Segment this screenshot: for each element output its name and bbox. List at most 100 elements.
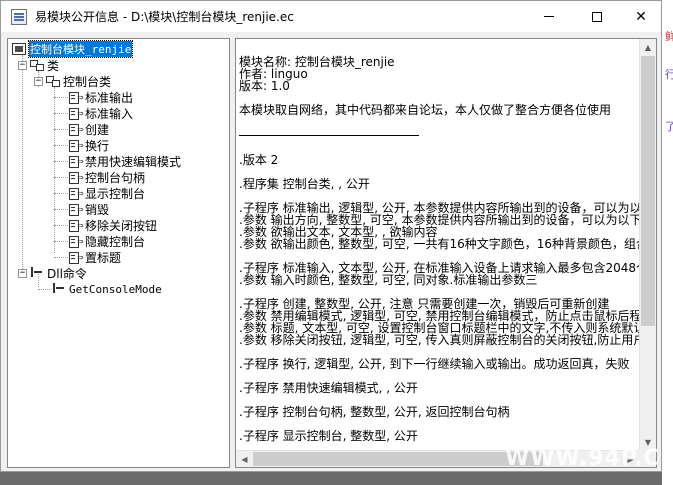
maximize-icon bbox=[592, 11, 602, 22]
tree-node-label: GetConsoleMode bbox=[69, 282, 162, 296]
collapse-icon[interactable]: − bbox=[18, 60, 27, 70]
tree-node-method[interactable]: ⇒ 置标题 bbox=[68, 249, 121, 265]
app-icon bbox=[11, 8, 27, 25]
tree-guide bbox=[54, 129, 68, 130]
tree-node-label: 显示控制台 bbox=[85, 186, 146, 201]
collapse-icon[interactable]: − bbox=[18, 268, 27, 278]
class-icon bbox=[46, 75, 60, 87]
tree-node-label: 禁用快速编辑模式 bbox=[85, 154, 182, 169]
method-icon: ⇒ bbox=[68, 155, 84, 168]
info-text-line: .子程序 显示控制台, 整数型, 公开 bbox=[239, 429, 418, 442]
tree-node-method[interactable]: ⇒ 换行 bbox=[68, 137, 109, 153]
tree-guide bbox=[54, 161, 68, 162]
info-text-line: .子程序 换行, 逻辑型, 公开, 到下一行继续输入或输出。成功返回真，失败 bbox=[239, 357, 630, 371]
method-icon: ⇒ bbox=[68, 123, 84, 136]
tree-node-method[interactable]: ⇒ 标准输入 bbox=[68, 105, 133, 121]
tree-node-label: Dll命令 bbox=[47, 266, 87, 281]
info-text-line: .版本 2 bbox=[239, 153, 279, 167]
method-icon: ⇒ bbox=[68, 251, 84, 264]
tree-guide bbox=[54, 145, 68, 146]
method-icon: ⇒ bbox=[68, 203, 84, 216]
class-group-icon bbox=[30, 59, 44, 71]
tree-node-method[interactable]: ⇒ 控制台句柄 bbox=[68, 169, 145, 185]
info-window: 易模块公开信息 - D:\模块\控制台模块_renjie.ec ✕ 控制台模块_… bbox=[0, 0, 662, 472]
info-text-line: .子程序 控制台句柄, 整数型, 公开, 返回控制台句柄 bbox=[239, 405, 510, 419]
tree-guide bbox=[54, 225, 68, 226]
info-text-line: 版本: 1.0 bbox=[239, 79, 290, 93]
info-text-line: .程序集 控制台类, , 公开 bbox=[239, 177, 370, 191]
tree-node-method[interactable]: ⇒ 创建 bbox=[68, 121, 109, 137]
tree-guide bbox=[54, 193, 68, 194]
title-bar[interactable]: 易模块公开信息 - D:\模块\控制台模块_renjie.ec ✕ bbox=[1, 1, 661, 32]
tree-guide bbox=[54, 97, 68, 98]
info-text-panel[interactable]: 模块名称: 控制台模块_renjie 作者: linguo 版本: 1.0 本模块取自… bbox=[235, 38, 657, 468]
tree-node-label: 销毁 bbox=[85, 202, 110, 217]
method-icon: ⇒ bbox=[68, 235, 84, 248]
tree-node-label: 创建 bbox=[85, 122, 110, 137]
tree-guide bbox=[54, 257, 68, 258]
background-mark: 鲜 bbox=[665, 30, 673, 43]
info-text[interactable]: 模块名称: 控制台模块_renjie 作者: linguo 版本: 1.0 本模块取自… bbox=[239, 42, 639, 442]
tree-node-label: 置标题 bbox=[85, 250, 122, 265]
separator-line bbox=[239, 135, 419, 136]
tree-node-method[interactable]: ⇒ 移除关闭按钮 bbox=[68, 217, 157, 233]
tree-node-label: 类 bbox=[47, 58, 60, 73]
tree-node-class[interactable]: − 控制台类 bbox=[34, 73, 111, 89]
tree-node-root[interactable]: 控制台模块_renjie bbox=[12, 40, 134, 58]
method-icon: ⇒ bbox=[68, 219, 84, 232]
background-mark: 行 bbox=[665, 68, 673, 81]
method-icon: ⇒ bbox=[68, 187, 84, 200]
tree-node-label: 移除关闭按钮 bbox=[85, 218, 158, 233]
tree-node-method[interactable]: ⇒ 销毁 bbox=[68, 201, 109, 217]
info-text-line: .参数 移除关闭按钮, 逻辑型, 可空, 传入真则屏蔽控制台的关闭按钮,防止用户 bbox=[239, 333, 639, 347]
tree-node-label: 标准输出 bbox=[85, 90, 134, 105]
tree-node-label: 标准输入 bbox=[85, 106, 134, 121]
maximize-button[interactable] bbox=[574, 1, 620, 32]
minimize-button[interactable] bbox=[526, 1, 572, 32]
window-title: 易模块公开信息 - D:\模块\控制台模块_renjie.ec bbox=[35, 10, 294, 24]
tree-node-label: 控制台模块_renjie bbox=[27, 40, 134, 58]
tree-node-dll[interactable]: − Dll命令 bbox=[18, 265, 87, 281]
collapse-icon[interactable]: − bbox=[34, 76, 43, 86]
tree-node-label: 隐藏控制台 bbox=[85, 234, 146, 249]
vertical-scroll-thumb[interactable] bbox=[641, 56, 655, 326]
watermark: WWW.94P.CN bbox=[505, 446, 673, 471]
tree-guide bbox=[54, 209, 68, 210]
info-text-line: .参数 输入时颜色, 整数型, 可空, 同对象.标准输出参数三 bbox=[239, 273, 538, 287]
module-icon bbox=[12, 43, 26, 55]
tree-guide bbox=[54, 113, 68, 114]
tree-node-method[interactable]: ⇒ 禁用快速编辑模式 bbox=[68, 153, 181, 169]
dll-icon bbox=[30, 267, 44, 279]
minimize-icon bbox=[544, 16, 554, 17]
tree-guide bbox=[54, 177, 68, 178]
tree-guide bbox=[54, 87, 55, 253]
tree-node-classes[interactable]: − 类 bbox=[18, 57, 59, 73]
info-text-line: .子程序 禁用快速编辑模式, , 公开 bbox=[239, 381, 418, 395]
info-text-line: 本模块取自网络，其中代码都来自论坛，本人仅做了整合方便各位使用 bbox=[239, 103, 612, 117]
method-icon: ⇒ bbox=[68, 107, 84, 120]
module-tree[interactable]: 控制台模块_renjie − 类 − 控制台类 ⇒ 标准输出 ⇒ 标准输入 ⇒ 创建 ⇒ 换行… bbox=[7, 38, 230, 468]
close-icon: ✕ bbox=[635, 8, 647, 25]
method-icon: ⇒ bbox=[68, 171, 84, 184]
info-text-line: .参数 欲输出颜色, 整数型, 可空, 一共有16种文字颜色，16种背景颜色，组… bbox=[239, 237, 639, 251]
tree-node-method[interactable]: ⇒ 隐藏控制台 bbox=[68, 233, 145, 249]
client-area: 控制台模块_renjie − 类 − 控制台类 ⇒ 标准输出 ⇒ 标准输入 ⇒ 创建 ⇒ 换行… bbox=[7, 38, 657, 468]
method-icon: ⇒ bbox=[68, 139, 84, 152]
tree-guide bbox=[22, 55, 23, 269]
background-mark: 了 bbox=[665, 120, 673, 133]
tree-guide bbox=[38, 289, 52, 290]
scroll-up-icon[interactable]: ▲ bbox=[640, 39, 656, 56]
method-icon: ⇒ bbox=[68, 91, 84, 104]
dll-command-icon bbox=[52, 283, 66, 295]
background-window-strip: 鲜 行 了 bbox=[662, 0, 673, 485]
close-button[interactable]: ✕ bbox=[618, 1, 664, 32]
tree-node-method[interactable]: ⇒ 显示控制台 bbox=[68, 185, 145, 201]
tree-node-label: 控制台句柄 bbox=[85, 170, 146, 185]
tree-node-method[interactable]: ⇒ 标准输出 bbox=[68, 89, 133, 105]
tree-node-dll-item[interactable]: GetConsoleMode bbox=[52, 281, 162, 297]
vertical-scrollbar[interactable]: ▲ ▼ bbox=[639, 39, 656, 451]
scroll-left-icon[interactable]: ◀ bbox=[236, 451, 253, 467]
horizontal-scroll-thumb[interactable] bbox=[253, 452, 543, 466]
tree-node-label: 控制台类 bbox=[63, 74, 112, 89]
tree-guide bbox=[54, 241, 68, 242]
